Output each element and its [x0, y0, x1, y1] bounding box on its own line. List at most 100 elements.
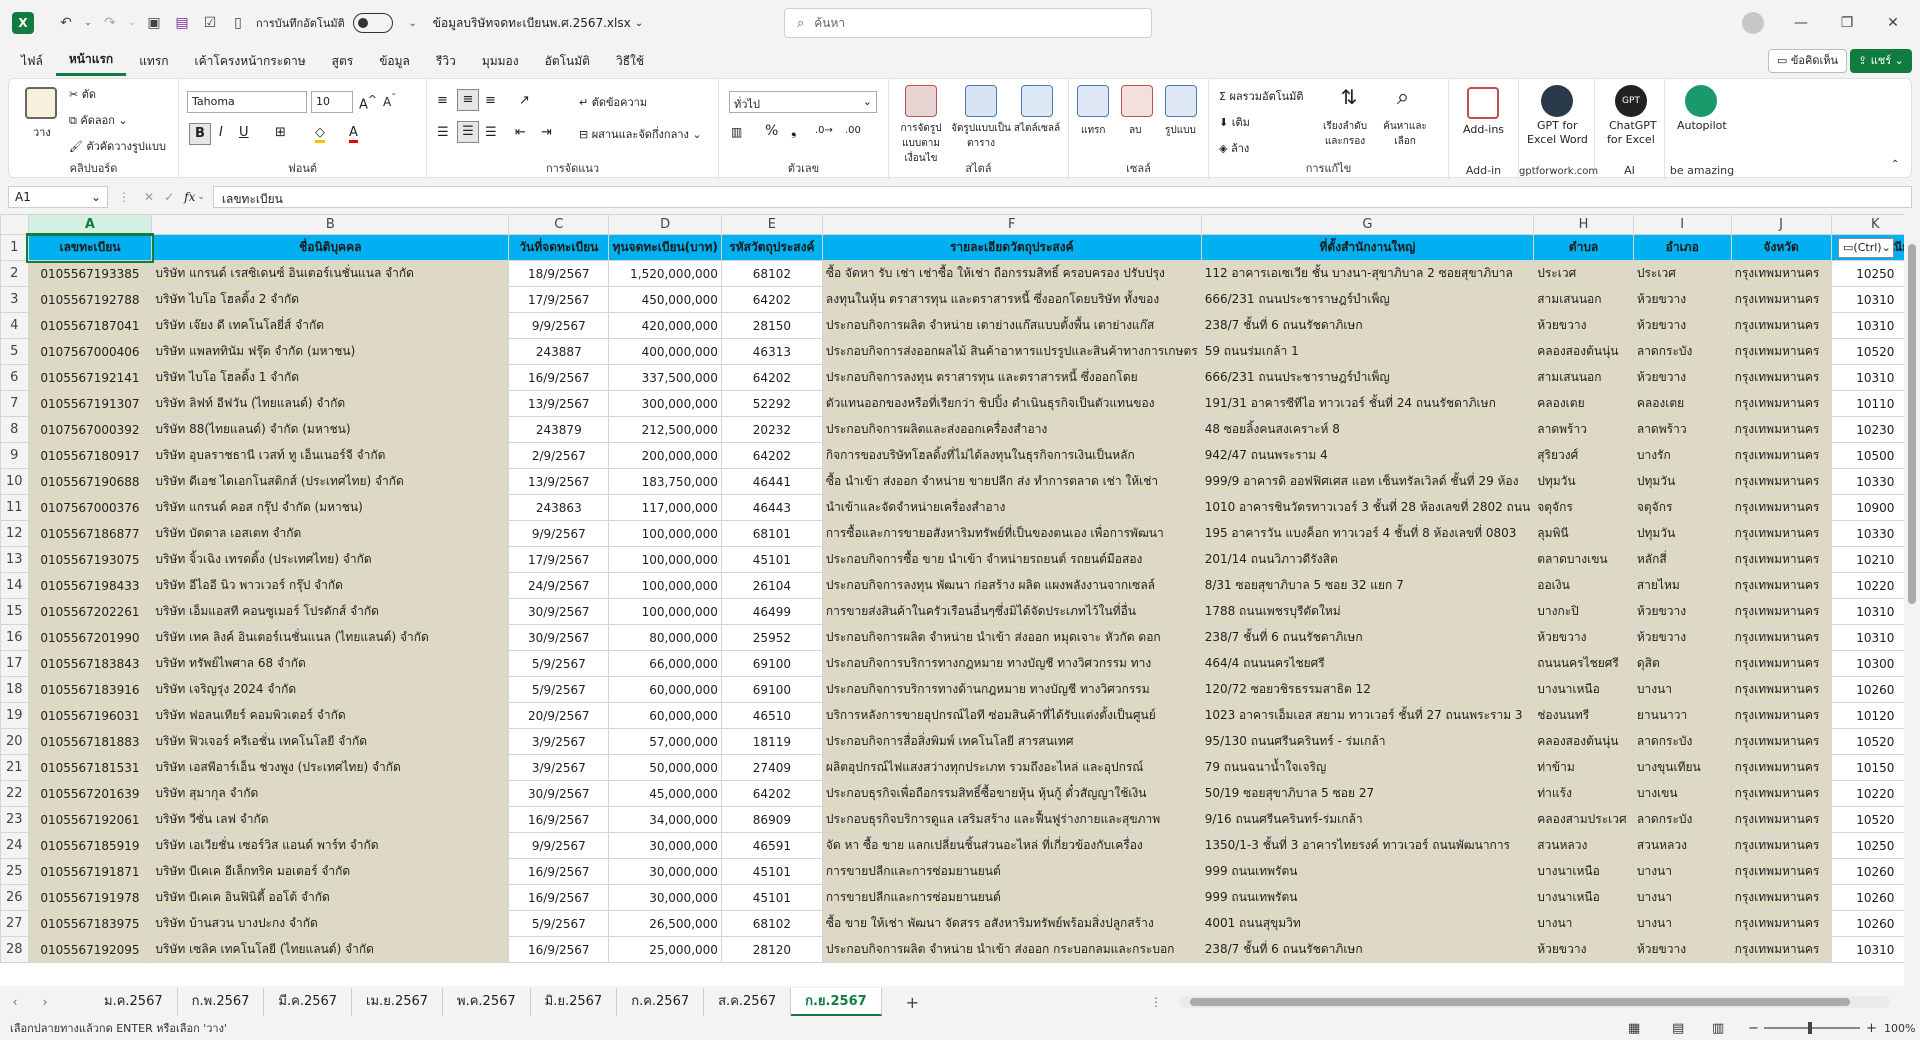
add-sheet-icon[interactable]: + [906, 993, 919, 1012]
cell[interactable]: 20232 [720, 416, 823, 443]
cell[interactable]: บริษัท ทรัพย์ไพศาล 68 จำกัด [151, 650, 510, 677]
sheet-tab[interactable]: ก.ค.2567 [617, 988, 705, 1016]
left-align-icon[interactable]: ☰ [437, 125, 449, 140]
cell[interactable]: ประกอบกิจการสื่อสิ่งพิมพ์ เทคโนโลยี สารส… [821, 728, 1202, 755]
cell[interactable]: ประกอบกิจการบริการทางด้านกฎหมาย ทางบัญชี… [821, 676, 1202, 703]
undo-icon[interactable]: ↶ [52, 11, 80, 35]
cell[interactable]: บริษัท แพลททินัม ฟรุ๊ต จำกัด (มหาชน) [151, 338, 510, 365]
cell[interactable]: 57,000,000 [608, 728, 722, 755]
cell[interactable]: ลงทุนในหุ้น ตราสารทุน และตราสารหนี้ ซึ่ง… [821, 286, 1202, 313]
cell[interactable]: กรุงเทพมหานคร [1730, 338, 1832, 365]
cell[interactable]: 25952 [720, 624, 823, 651]
header-cell[interactable]: รหัสวัตถุประสงค์ [720, 234, 823, 261]
cut-button[interactable]: ✂ ตัด [69, 85, 96, 103]
row-number[interactable]: 26 [0, 884, 29, 911]
accounting-icon[interactable]: ▥ [731, 125, 742, 139]
percent-icon[interactable]: % [765, 123, 778, 139]
cell[interactable]: 0105567201990 [27, 624, 153, 651]
cell[interactable]: 191/31 อาคารซีทีไอ ทาวเวอร์ ชั้นที่ 24 ถ… [1200, 390, 1535, 417]
cell[interactable]: กรุงเทพมหานคร [1730, 442, 1832, 469]
cell[interactable]: 238/7 ชั้นที่ 6 ถนนรัชดาภิเษก [1200, 624, 1535, 651]
cell[interactable]: สามเสนนอก [1533, 286, 1634, 313]
cell[interactable]: 16/9/2567 [508, 806, 610, 833]
cell[interactable]: สุริยวงศ์ [1533, 442, 1634, 469]
autosum-button[interactable]: Σ ผลรวมอัตโนมัติ [1219, 87, 1304, 105]
cell[interactable]: บริษัท เอ็มแอสที คอนซูเมอร์ โปรดักส์ จำก… [151, 598, 510, 625]
format-painter-button[interactable]: 🖌 ตัวคัดวางรูปแบบ [69, 137, 166, 155]
cell[interactable]: สวนหลวง [1533, 832, 1634, 859]
cell[interactable]: ห้วยขวาง [1632, 312, 1732, 339]
menu-page-layout[interactable]: เค้าโครงหน้ากระดาษ [182, 46, 319, 76]
cell[interactable]: ห้วยขวาง [1632, 624, 1732, 651]
zoom-in-icon[interactable]: + [1866, 1021, 1877, 1036]
cell[interactable]: กรุงเทพมหานคร [1730, 286, 1832, 313]
cell[interactable]: 0105567192141 [27, 364, 153, 391]
cell[interactable]: 400,000,000 [608, 338, 722, 365]
page-break-view-icon[interactable]: ▥ [1712, 1021, 1724, 1036]
row-number[interactable]: 24 [0, 832, 29, 859]
menu-data[interactable]: ข้อมูล [366, 46, 423, 76]
zoom-out-icon[interactable]: − [1748, 1021, 1759, 1036]
cell[interactable]: คลองสองต้นนุ่น [1533, 728, 1634, 755]
cell[interactable]: 464/4 ถนนนครไชยศรี [1200, 650, 1535, 677]
cell[interactable]: 1023 อาคารเอ็มเอส สยาม ทาวเวอร์ ชั้นที่ … [1200, 702, 1535, 729]
cell[interactable]: สามเสนนอก [1533, 364, 1634, 391]
cell[interactable]: กรุงเทพมหานคร [1730, 884, 1832, 911]
cell[interactable]: 5/9/2567 [508, 676, 610, 703]
cell[interactable]: ผลิตอุปกรณ์ไฟแสงสว่างทุกประเภท รวมถึงอะไ… [821, 754, 1202, 781]
cell[interactable]: บางเขน [1632, 780, 1732, 807]
cell[interactable]: ห้วยขวาง [1632, 936, 1732, 963]
cell[interactable]: ประกอบกิจการส่งออกผลไม้ สินค้าอาหารแปรรู… [821, 338, 1202, 365]
cell[interactable]: ห้วยขวาง [1632, 598, 1732, 625]
chatgpt-line1[interactable]: ChatGPT [1609, 119, 1657, 132]
row-number[interactable]: 10 [0, 468, 29, 495]
tabs-options-icon[interactable]: ⋮ [1150, 995, 1162, 1009]
cell[interactable]: ท่าแร้ง [1533, 780, 1634, 807]
cell[interactable]: 69100 [720, 650, 823, 677]
menu-review[interactable]: รีวิว [423, 46, 469, 76]
cell[interactable]: กรุงเทพมหานคร [1730, 624, 1832, 651]
cell[interactable]: 86909 [720, 806, 823, 833]
row-number[interactable]: 28 [0, 936, 29, 963]
minimize-icon[interactable]: — [1786, 11, 1816, 35]
cell[interactable]: บริษัท ไบโอ โฮลดิ้ง 1 จำกัด [151, 364, 510, 391]
cell[interactable]: 100,000,000 [608, 546, 722, 573]
cell[interactable]: บริษัท เจ๊ยง ดี เทคโนโลยี่ส์ จำกัด [151, 312, 510, 339]
cell[interactable]: กรุงเทพมหานคร [1730, 650, 1832, 677]
cell[interactable]: 45101 [720, 884, 823, 911]
column-header[interactable]: G [1200, 214, 1535, 235]
cell[interactable]: บริษัท เอเวียชั่น เซอร์วิส แอนด์ พาร์ท จ… [151, 832, 510, 859]
comma-style-icon[interactable]: ❟ [791, 123, 797, 139]
row-number[interactable]: 4 [0, 312, 29, 339]
cell[interactable]: 30/9/2567 [508, 624, 610, 651]
column-header[interactable]: B [151, 214, 510, 235]
header-cell[interactable]: ที่ตั้งสำนักงานใหญ่ [1200, 234, 1535, 261]
cell[interactable]: 100,000,000 [608, 572, 722, 599]
cell[interactable]: 0105567181531 [27, 754, 153, 781]
cell[interactable]: 450,000,000 [608, 286, 722, 313]
cell[interactable]: ยานนาวา [1632, 702, 1732, 729]
row-number[interactable]: 27 [0, 910, 29, 937]
row-number[interactable]: 14 [0, 572, 29, 599]
row-number[interactable]: 17 [0, 650, 29, 677]
cell[interactable]: 9/9/2567 [508, 832, 610, 859]
header-cell[interactable]: ทุนจดทะเบียน(บาท) [608, 234, 722, 261]
cell[interactable]: การขายส่งสินค้าในครัวเรือนอื่นๆซึ่งมิได้… [821, 598, 1202, 625]
cell[interactable]: ประกอบธุรกิจบริการดูแล เสริมสร้าง และฟื้… [821, 806, 1202, 833]
row-number[interactable]: 23 [0, 806, 29, 833]
cell[interactable]: ท่าข้าม [1533, 754, 1634, 781]
cell[interactable]: กรุงเทพมหานคร [1730, 858, 1832, 885]
image-icon[interactable]: ▣ [140, 11, 168, 35]
header-cell[interactable]: ชื่อนิติบุคคล [151, 234, 510, 261]
cell[interactable]: 0105567185919 [27, 832, 153, 859]
cell[interactable]: 46591 [720, 832, 823, 859]
insert-cells-icon[interactable] [1077, 85, 1109, 117]
customize-toolbar-icon[interactable]: ⌄ [401, 11, 425, 35]
cell[interactable]: บางนาเหนือ [1533, 676, 1634, 703]
cell[interactable]: 999 ถนนเทพรัตน [1200, 884, 1535, 911]
vertical-scrollbar[interactable] [1904, 214, 1920, 986]
header-cell[interactable]: วันที่จดทะเบียน [508, 234, 610, 261]
cell[interactable]: 0105567191978 [27, 884, 153, 911]
cell[interactable]: 52292 [720, 390, 823, 417]
menu-file[interactable]: ไฟล์ [8, 46, 56, 76]
